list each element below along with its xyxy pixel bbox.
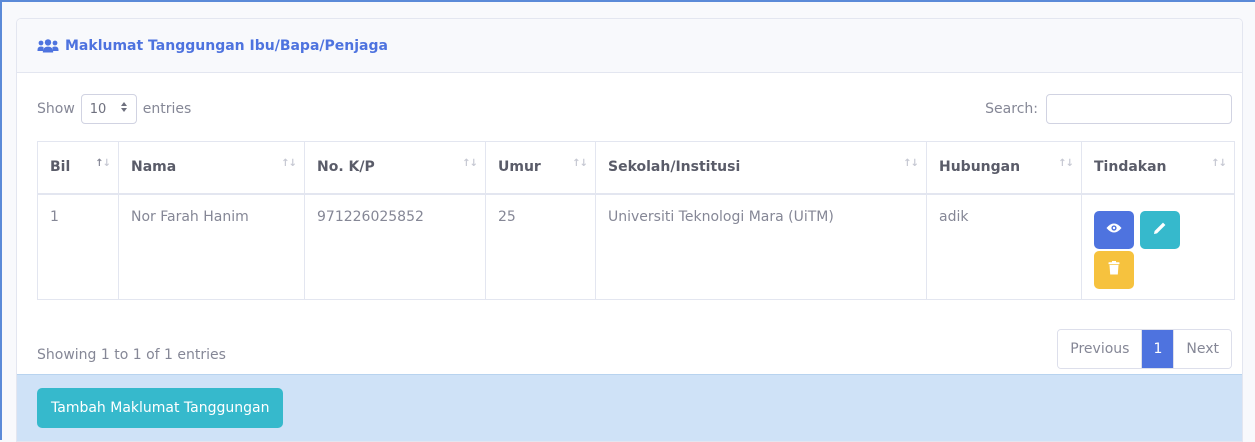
pagination: Previous 1 Next (1057, 329, 1232, 369)
column-header-nama[interactable]: Nama ↑↓ (118, 141, 305, 195)
dependents-card: Maklumat Tanggungan Ibu/Bapa/Penjaga Sho… (16, 18, 1243, 442)
cell-sekolah: Universiti Teknologi Mara (UiTM) (595, 193, 927, 300)
sort-icon: ↑↓ (572, 158, 588, 169)
cell-nama: Nor Farah Hanim (118, 193, 305, 300)
entries-label: entries (142, 101, 192, 117)
page-1-button[interactable]: 1 (1141, 330, 1174, 368)
users-icon (37, 38, 59, 53)
cell-hubungan: adik (926, 193, 1082, 300)
dependents-table: Bil ↑↓ Nama ↑↓ No. K/P ↑↓ Umur ↑↓ Sekolah/In… (37, 141, 1235, 300)
sort-asc-icon: ↑↓ (95, 158, 111, 169)
edit-button[interactable] (1140, 210, 1180, 249)
column-header-tindakan[interactable]: Tindakan ↑↓ (1081, 141, 1235, 195)
column-header-sekolah[interactable]: Sekolah/Institusi ↑↓ (595, 141, 927, 195)
cell-umur: 25 (485, 193, 596, 300)
entries-select[interactable]: 10 (80, 94, 137, 124)
card-header: Maklumat Tanggungan Ibu/Bapa/Penjaga (17, 19, 1242, 73)
table-controls: Show 10 entries Search: (37, 93, 1232, 125)
sort-icon: ↑↓ (281, 158, 297, 169)
pencil-icon (1153, 221, 1167, 239)
select-arrows-icon (120, 101, 128, 117)
delete-button[interactable] (1094, 250, 1134, 289)
table-header-row: Bil ↑↓ Nama ↑↓ No. K/P ↑↓ Umur ↑↓ Sekolah/In… (37, 141, 1235, 195)
search-control: Search: (985, 94, 1232, 124)
table-info: Showing 1 to 1 of 1 entries (37, 347, 226, 363)
sort-icon: ↑↓ (903, 158, 919, 169)
next-page-button[interactable]: Next (1173, 330, 1231, 368)
row-actions (1094, 210, 1194, 289)
card-title: Maklumat Tanggungan Ibu/Bapa/Penjaga (65, 37, 388, 54)
table-row: 1 Nor Farah Hanim 971226025852 25 Univer… (37, 193, 1235, 300)
search-label: Search: (985, 101, 1038, 117)
cell-no-kp: 971226025852 (304, 193, 486, 300)
eye-icon (1106, 222, 1122, 238)
sort-icon: ↑↓ (1211, 158, 1227, 169)
column-header-umur[interactable]: Umur ↑↓ (485, 141, 596, 195)
add-dependent-button[interactable]: Tambah Maklumat Tanggungan (37, 388, 284, 428)
sort-icon: ↑↓ (462, 158, 478, 169)
cell-tindakan (1081, 193, 1235, 300)
page-frame: Maklumat Tanggungan Ibu/Bapa/Penjaga Sho… (0, 0, 1255, 442)
entries-select-value: 10 (89, 101, 107, 117)
column-header-hubungan[interactable]: Hubungan ↑↓ (926, 141, 1082, 195)
column-header-no-kp[interactable]: No. K/P ↑↓ (304, 141, 486, 195)
column-header-bil[interactable]: Bil ↑↓ (37, 141, 119, 195)
cell-bil: 1 (37, 193, 119, 300)
show-label: Show (37, 101, 75, 117)
sort-icon: ↑↓ (1058, 158, 1074, 169)
entries-length-control: Show 10 entries (37, 94, 191, 124)
search-input[interactable] (1046, 94, 1232, 124)
previous-page-button[interactable]: Previous (1058, 330, 1142, 368)
view-button[interactable] (1094, 210, 1134, 249)
trash-icon (1108, 260, 1120, 279)
card-footer: Tambah Maklumat Tanggungan (17, 374, 1242, 441)
